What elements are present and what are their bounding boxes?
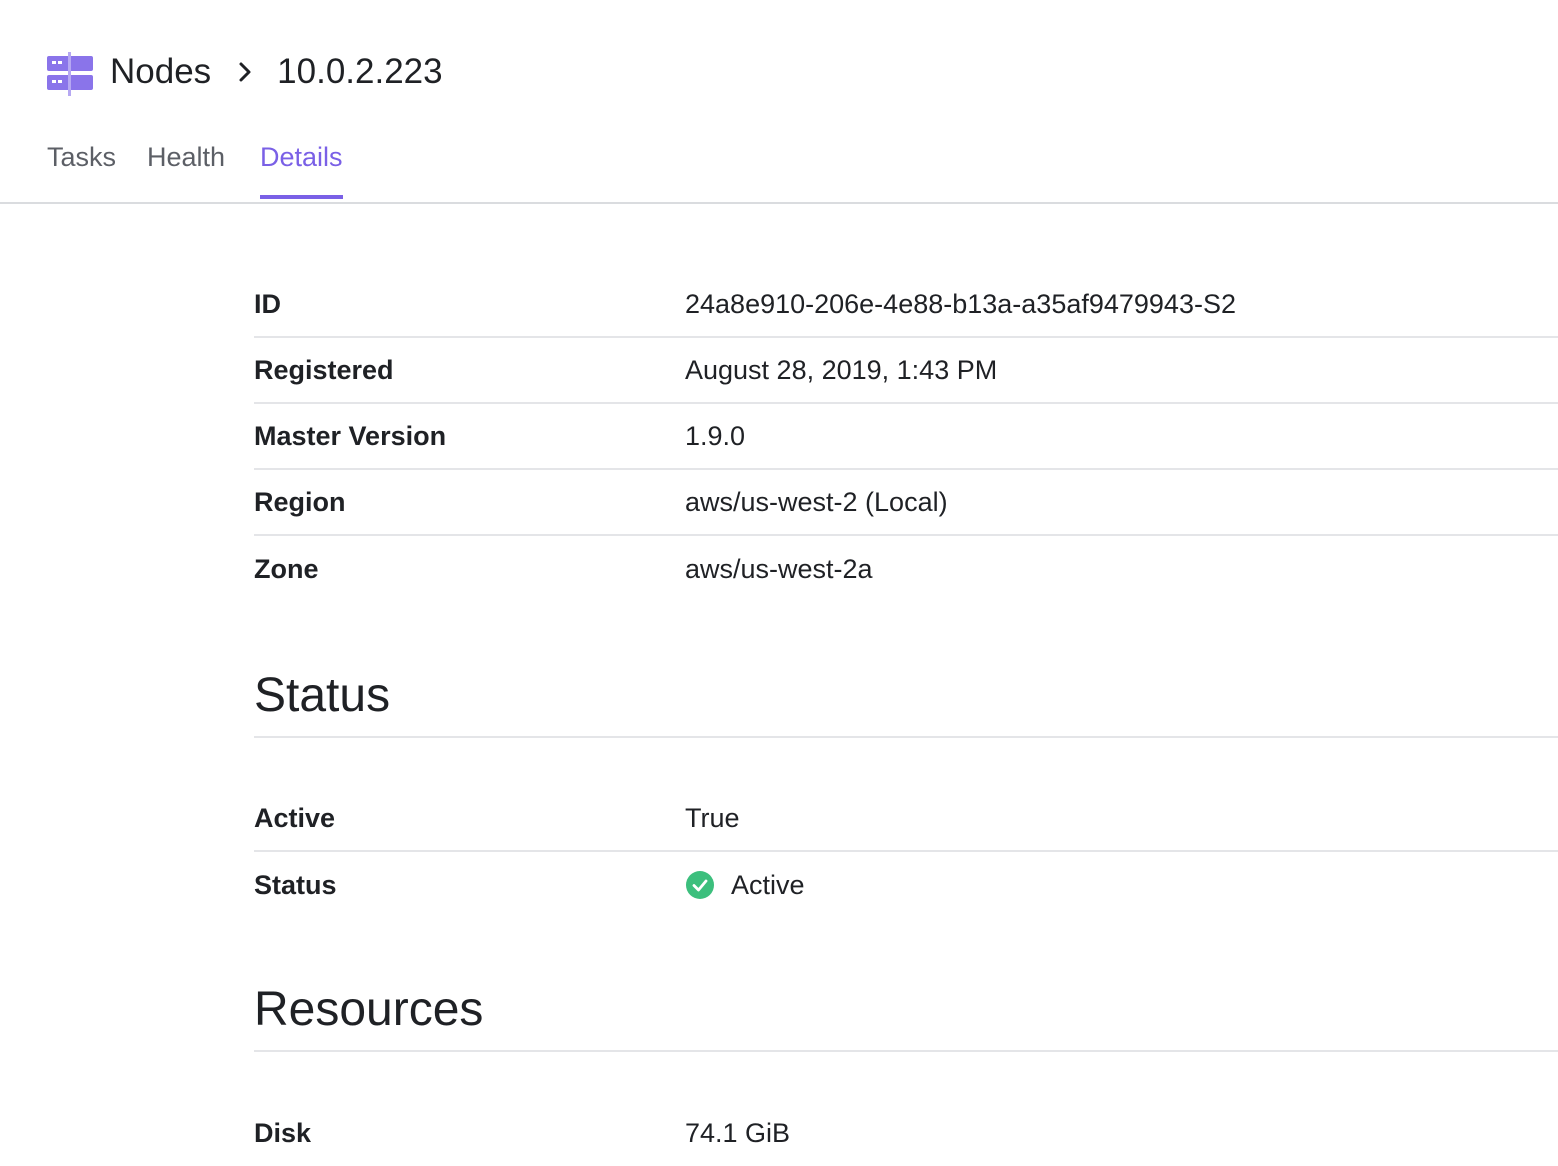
tab-bar: Tasks Health Details [0, 132, 1558, 204]
detail-row-id: ID 24a8e910-206e-4e88-b13a-a35af9479943-… [254, 272, 1558, 338]
detail-label: Zone [254, 553, 319, 584]
status-row-status: Status Active [254, 852, 1558, 918]
detail-label: Registered [254, 354, 394, 385]
detail-row-master-version: Master Version 1.9.0 [254, 404, 1558, 470]
detail-label: ID [254, 288, 281, 319]
breadcrumb-nodes-link[interactable]: Nodes [110, 52, 211, 92]
detail-value: 1.9.0 [685, 420, 746, 451]
check-circle-icon [686, 871, 714, 899]
detail-value: aws/us-west-2 (Local) [685, 486, 948, 517]
resource-row-disk: Disk 74.1 GiB [254, 1100, 1558, 1166]
details-panel: ID 24a8e910-206e-4e88-b13a-a35af9479943-… [254, 272, 1558, 1166]
detail-value: 74.1 GiB [685, 1117, 791, 1148]
status-row-active: Active True [254, 786, 1558, 852]
detail-row-registered: Registered August 28, 2019, 1:43 PM [254, 338, 1558, 404]
page-header: Nodes 10.0.2.223 [47, 48, 443, 96]
detail-value: True [685, 802, 740, 833]
tab-health[interactable]: Health [147, 142, 225, 195]
detail-label: Active [254, 802, 336, 833]
breadcrumb-current: 10.0.2.223 [277, 52, 443, 91]
status-badge: Active [731, 869, 805, 900]
detail-row-zone: Zone aws/us-west-2a [254, 536, 1558, 602]
detail-value: aws/us-west-2a [685, 553, 873, 584]
detail-label: Master Version [254, 420, 447, 451]
tab-tasks[interactable]: Tasks [47, 142, 116, 195]
resources-section-title: Resources [254, 968, 1558, 1052]
detail-label: Disk [254, 1117, 312, 1148]
detail-label: Region [254, 486, 346, 517]
status-section-title: Status [254, 654, 1558, 738]
detail-value: August 28, 2019, 1:43 PM [685, 354, 998, 385]
tab-details[interactable]: Details [260, 142, 343, 199]
nodes-icon [47, 52, 93, 96]
chevron-right-icon [239, 62, 251, 82]
detail-row-region: Region aws/us-west-2 (Local) [254, 470, 1558, 536]
detail-value: 24a8e910-206e-4e88-b13a-a35af9479943-S2 [685, 288, 1236, 319]
status-value: Active [685, 870, 805, 901]
detail-label: Status [254, 869, 337, 900]
